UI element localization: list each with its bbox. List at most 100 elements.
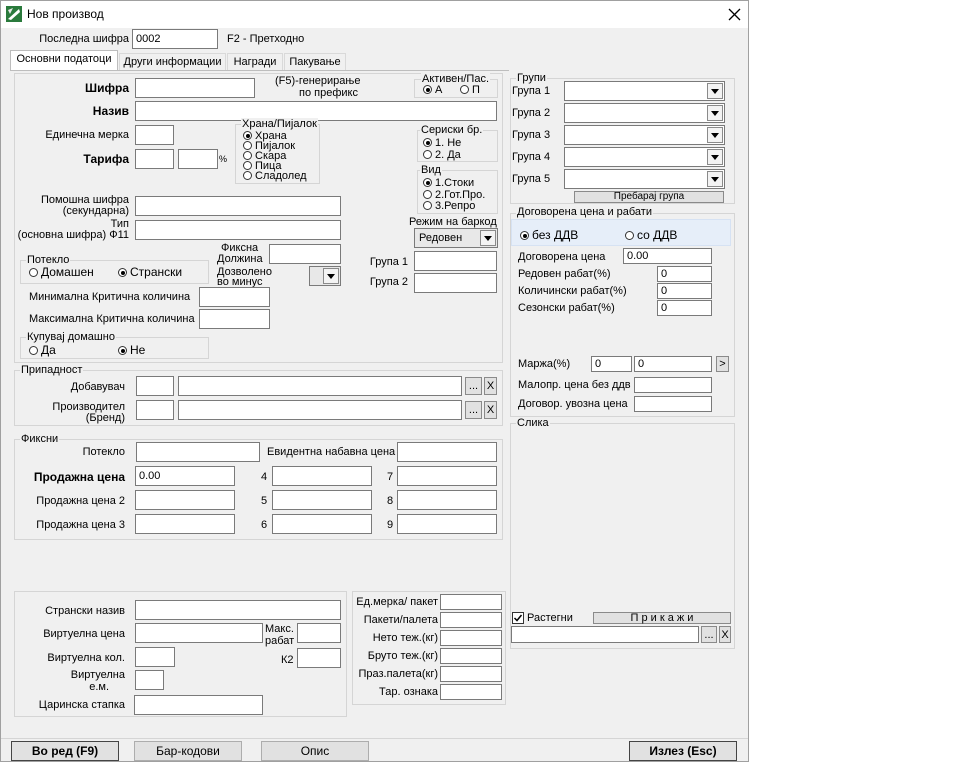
chevron-down-icon[interactable] (707, 149, 723, 165)
groups-select-2[interactable] (564, 103, 725, 123)
origin-radio-foreign[interactable]: Странски (118, 266, 182, 278)
sale-price-input[interactable]: 0.00 (135, 466, 235, 486)
tariff-mark-input[interactable] (440, 684, 502, 700)
producer-name-input[interactable] (178, 400, 462, 420)
virtual-unit-input[interactable] (135, 670, 164, 690)
chevron-down-icon[interactable] (707, 105, 723, 121)
tariff-input[interactable] (135, 149, 174, 169)
sale-price3-label: Продажна цена 3 (36, 519, 125, 531)
unit-per-pack-input[interactable] (440, 594, 502, 610)
price8-input[interactable] (397, 490, 497, 510)
buy-domestic-yes[interactable]: Да (29, 344, 56, 356)
producer-clear-button[interactable]: X (484, 401, 497, 419)
empty-pallet-input[interactable] (440, 666, 502, 682)
price5-input[interactable] (272, 490, 372, 510)
price6-input[interactable] (272, 514, 372, 534)
code-input[interactable] (135, 78, 255, 98)
quantity-discount-input[interactable]: 0 (657, 283, 712, 299)
price7-input[interactable] (397, 466, 497, 486)
fixed-length-input[interactable] (269, 244, 341, 264)
gross-weight-input[interactable] (440, 648, 502, 664)
virtual-price-input[interactable] (135, 623, 263, 643)
groups-select-5[interactable] (564, 169, 725, 189)
sale-price2-input[interactable] (135, 490, 235, 510)
net-weight-input[interactable] (440, 630, 502, 646)
agreed-price-input[interactable]: 0.00 (623, 248, 712, 264)
import-price-input[interactable] (634, 396, 712, 412)
customs-rate-input[interactable] (134, 695, 263, 715)
seasonal-discount-input[interactable]: 0 (657, 300, 712, 316)
group2-input[interactable] (414, 273, 497, 293)
producer-code-input[interactable] (136, 400, 174, 420)
supplier-code-input[interactable] (136, 376, 174, 396)
allow-minus-select[interactable] (309, 266, 341, 286)
chevron-down-icon[interactable] (707, 171, 723, 187)
barcode-mode-select[interactable]: Редовен (414, 228, 498, 248)
record-price-input[interactable] (397, 442, 497, 462)
chevron-down-icon[interactable] (480, 230, 496, 246)
tab-basic-data[interactable]: Основни податоци (10, 50, 118, 71)
food-radio-icecream[interactable]: Сладолед (243, 171, 307, 182)
producer-browse-button[interactable]: ... (465, 401, 482, 419)
type-input[interactable] (135, 220, 341, 240)
max-qty-input[interactable] (199, 309, 270, 329)
unit-input[interactable] (135, 125, 174, 145)
sale-price3-input[interactable] (135, 514, 235, 534)
virtual-qty-input[interactable] (135, 647, 175, 667)
search-group-button[interactable]: Пребарај група (574, 191, 724, 203)
tab-packaging[interactable]: Пакување (284, 53, 346, 71)
close-icon[interactable] (728, 8, 741, 21)
last-code-field[interactable]: 0002 (132, 29, 218, 49)
margin-label: Маржа(%) (518, 358, 571, 370)
stretch-checkbox[interactable] (512, 612, 524, 624)
chevron-down-icon[interactable] (707, 127, 723, 143)
kind-radio-goods[interactable]: 1.Стоки (423, 178, 474, 189)
radio-without-vat[interactable]: без ДДВ (520, 229, 578, 241)
serial-radio-no[interactable]: 1. Не (423, 138, 461, 149)
retail-price-input[interactable] (634, 377, 712, 393)
kind-radio-repro[interactable]: 3.Репро (423, 201, 475, 212)
price9-input[interactable] (397, 514, 497, 534)
chevron-down-icon[interactable] (323, 268, 339, 284)
exit-button[interactable]: Излез (Esc) (629, 741, 737, 761)
tariff-percent-input[interactable] (178, 149, 218, 169)
image-clear-button[interactable]: X (719, 626, 731, 643)
foreign-name-input[interactable] (135, 600, 341, 620)
active-radio-a[interactable]: А (423, 85, 442, 96)
price4-input[interactable] (272, 466, 372, 486)
description-button[interactable]: Опис (261, 741, 369, 761)
image-browse-button[interactable]: ... (701, 626, 717, 643)
tab-rewards[interactable]: Награди (227, 53, 283, 71)
groups-select-4[interactable] (564, 147, 725, 167)
fixed-origin-input[interactable] (136, 442, 260, 462)
packs-per-pallet-input[interactable] (440, 612, 502, 628)
groups-select-1[interactable] (564, 81, 725, 101)
origin-radio-domestic[interactable]: Домашен (29, 266, 94, 278)
net-weight-label: Нето теж.(кг) (372, 632, 438, 644)
tab-other-info[interactable]: Други информации (119, 53, 226, 71)
k2-input[interactable] (297, 648, 341, 668)
buy-domestic-no[interactable]: Не (118, 344, 145, 356)
margin-input-1[interactable]: 0 (591, 356, 632, 372)
chevron-down-icon[interactable] (707, 83, 723, 99)
image-path-input[interactable] (511, 626, 699, 643)
ok-button[interactable]: Во ред (F9) (11, 741, 119, 761)
groups-select-3[interactable] (564, 125, 725, 145)
supplier-browse-button[interactable]: ... (465, 377, 482, 395)
regular-discount-input[interactable]: 0 (657, 266, 712, 282)
max-discount-input[interactable] (297, 623, 341, 643)
margin-apply-button[interactable]: > (716, 356, 729, 372)
aux-code-input[interactable] (135, 196, 341, 216)
show-image-button[interactable]: П р и к а ж и (593, 612, 731, 624)
radio-with-vat[interactable]: со ДДВ (625, 229, 677, 241)
price6-label: 6 (261, 519, 268, 531)
active-radio-p[interactable]: П (460, 85, 480, 96)
supplier-name-input[interactable] (178, 376, 462, 396)
barcodes-button[interactable]: Бар-кодови (134, 741, 242, 761)
min-qty-input[interactable] (199, 287, 270, 307)
supplier-clear-button[interactable]: X (484, 377, 497, 395)
group1-input[interactable] (414, 251, 497, 271)
code-label: Шифра (85, 81, 129, 95)
serial-radio-yes[interactable]: 2. Да (423, 150, 461, 161)
margin-input-2[interactable]: 0 (634, 356, 712, 372)
